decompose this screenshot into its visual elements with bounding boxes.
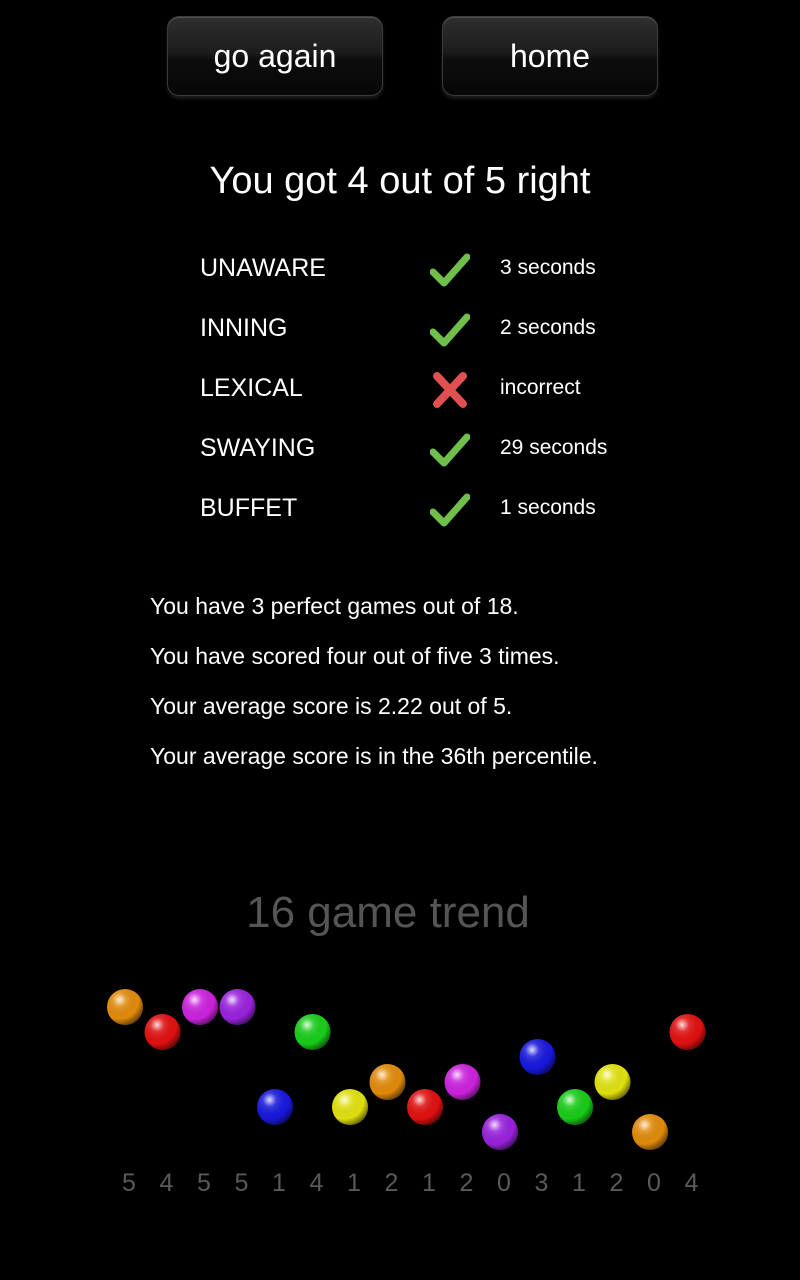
stat-line: Your average score is 2.22 out of 5.	[150, 693, 513, 719]
trend-ball	[594, 1064, 631, 1100]
result-time: 1 seconds	[500, 496, 596, 519]
trend-ball	[219, 989, 256, 1025]
home-button[interactable]: home	[442, 16, 658, 96]
result-time: 3 seconds	[500, 256, 596, 279]
trend-score-label: 4	[160, 1169, 174, 1197]
trend-score-label: 4	[310, 1169, 324, 1197]
trend-ball	[482, 1114, 518, 1150]
stat-line: Your average score is in the 36th percen…	[150, 743, 598, 769]
result-row: BUFFET 1 seconds	[0, 480, 800, 540]
go-again-button[interactable]: go again	[167, 16, 383, 96]
result-time: 29 seconds	[500, 436, 608, 459]
trend-score-label: 2	[460, 1169, 474, 1197]
trend-ball	[407, 1089, 443, 1125]
trend-score-label: 3	[535, 1169, 549, 1197]
trend-ball	[669, 1014, 706, 1050]
trend-score-label: 5	[122, 1169, 136, 1197]
result-word: BUFFET	[200, 494, 298, 522]
trend-ball	[294, 1014, 331, 1050]
trend-score-label: 0	[497, 1169, 511, 1197]
result-row: SWAYING 29 seconds	[0, 420, 800, 480]
trend-score-label: 5	[235, 1169, 249, 1197]
trend-ball	[332, 1089, 368, 1125]
result-word: UNAWARE	[200, 254, 326, 282]
trend-score-label: 2	[610, 1169, 624, 1197]
trend-ball	[144, 1014, 181, 1050]
trend-score-label: 2	[385, 1169, 399, 1197]
result-time: 2 seconds	[500, 316, 596, 339]
check-icon	[430, 433, 470, 467]
trend-score-label: 4	[685, 1169, 699, 1197]
trend-score-label: 1	[572, 1169, 586, 1197]
trend-score-label: 0	[647, 1169, 661, 1197]
trend-ball	[557, 1089, 593, 1125]
trend-ball	[632, 1114, 668, 1150]
result-word: LEXICAL	[200, 374, 303, 402]
result-word: SWAYING	[200, 434, 316, 462]
check-icon	[430, 493, 470, 527]
trend-ball	[444, 1064, 481, 1100]
result-row: INNING 2 seconds	[0, 300, 800, 360]
trend-ball	[107, 989, 143, 1025]
trend-chart: 5455141212031204	[107, 989, 706, 1197]
trend-ball	[182, 989, 218, 1025]
trend-ball	[519, 1039, 556, 1075]
stat-line: You have scored four out of five 3 times…	[150, 643, 560, 669]
trend-score-label: 1	[272, 1169, 286, 1197]
score-title: You got 4 out of 5 right	[209, 160, 591, 202]
stat-line: You have 3 perfect games out of 18.	[150, 593, 519, 619]
result-word: INNING	[200, 314, 288, 342]
result-row: UNAWARE 3 seconds	[0, 240, 800, 300]
cross-icon	[433, 372, 467, 408]
trend-score-label: 1	[347, 1169, 361, 1197]
trend-ball	[369, 1064, 406, 1100]
result-time: incorrect	[500, 376, 581, 399]
check-icon	[430, 253, 470, 287]
check-icon	[430, 313, 470, 347]
trend-score-label: 1	[422, 1169, 436, 1197]
result-row: LEXICAL incorrect	[0, 360, 800, 420]
trend-title: 16 game trend	[246, 888, 530, 937]
trend-ball	[257, 1089, 293, 1125]
trend-score-label: 5	[197, 1169, 211, 1197]
